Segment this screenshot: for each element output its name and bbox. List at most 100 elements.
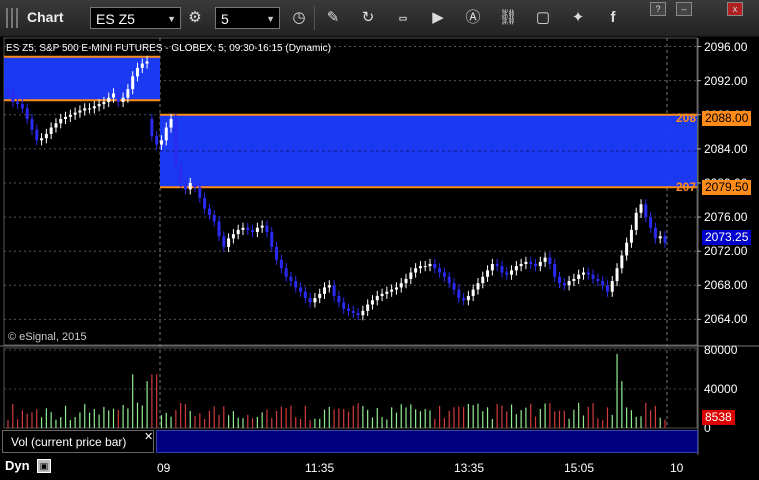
candle-body: [500, 266, 504, 273]
dynamic-mode-label[interactable]: Dyn: [5, 458, 30, 473]
candle-body: [495, 263, 499, 267]
candle-body: [375, 295, 379, 301]
candle-body: [236, 229, 240, 235]
candle-body: [399, 283, 403, 288]
candle-body: [275, 246, 279, 260]
candle-body: [92, 106, 96, 109]
candle-body: [466, 295, 470, 301]
candle-body: [112, 93, 116, 98]
candle-body: [88, 108, 92, 110]
candle-body: [294, 281, 298, 288]
candle-body: [260, 225, 264, 228]
volume-legend[interactable]: Vol (current price bar): [2, 430, 154, 453]
candle-body: [351, 310, 355, 314]
candle-body: [135, 67, 139, 77]
candle-body: [318, 293, 322, 299]
candle-body: [207, 208, 211, 215]
candle-body: [59, 119, 63, 124]
candle-body: [150, 119, 154, 137]
price-chart[interactable]: [0, 0, 759, 480]
candle-body: [476, 283, 480, 290]
zone-top-label: 208: [676, 111, 697, 125]
copyright-text: © eSignal, 2015: [8, 331, 87, 343]
candle-body: [586, 272, 590, 275]
candle-body: [303, 291, 307, 299]
candle-body: [394, 287, 398, 290]
y-tick-label: 2068.00: [704, 278, 748, 293]
candle-body: [486, 270, 490, 277]
candle-body: [145, 61, 149, 64]
candle-body: [390, 289, 394, 292]
candle-body: [543, 257, 547, 262]
y-tick-label: 2096.00: [704, 39, 748, 54]
candle-body: [442, 272, 446, 277]
candle-body: [433, 263, 437, 269]
candle-body: [605, 285, 609, 292]
candle-body: [438, 268, 442, 273]
candle-body: [639, 204, 643, 213]
candle-body: [30, 119, 34, 130]
candle-body: [169, 119, 173, 128]
candle-body: [6, 89, 10, 94]
close-icon[interactable]: ✕: [144, 430, 153, 443]
candle-body: [346, 308, 350, 311]
candle-body: [457, 289, 461, 299]
candle-body: [270, 232, 274, 247]
candle-body: [83, 108, 87, 111]
candle-body: [577, 274, 581, 279]
candle-body: [140, 63, 144, 68]
candle-body: [581, 272, 585, 275]
candle-body: [447, 276, 451, 284]
candle-body: [370, 300, 374, 305]
y-tick-label: 2092.00: [704, 73, 748, 88]
candle-body: [557, 276, 561, 284]
candle-body: [183, 182, 187, 190]
candle-body: [327, 285, 331, 288]
candle-body: [625, 242, 629, 256]
y-tick-label: 2064.00: [704, 312, 748, 327]
candle-body: [20, 104, 24, 109]
candle-body: [255, 227, 259, 233]
y-tick-label: 2072.00: [704, 244, 748, 259]
y-tick-label: 2084.00: [704, 141, 748, 156]
x-tick-label: 15:05: [564, 461, 595, 475]
candle-body: [553, 263, 557, 277]
candle-body: [159, 140, 163, 145]
lock-icon[interactable]: ▣: [37, 459, 51, 473]
candle-body: [102, 101, 106, 105]
candle-body: [193, 182, 197, 188]
study-panel-strip: [156, 430, 698, 453]
candle-body: [284, 268, 288, 277]
candle-body: [289, 276, 293, 282]
candle-body: [188, 182, 192, 190]
candle-body: [567, 281, 571, 286]
candle-body: [78, 110, 82, 113]
candle-body: [534, 263, 538, 267]
candle-body: [131, 76, 135, 90]
candle-body: [323, 287, 327, 294]
candle-body: [308, 298, 312, 303]
chart-info: ES Z5, S&P 500 E-MINI FUTURES - GLOBEX, …: [6, 43, 331, 54]
candle-body: [404, 278, 408, 284]
candle-body: [198, 187, 202, 198]
supply-demand-zone: [4, 56, 160, 101]
candle-body: [231, 234, 235, 239]
candle-body: [490, 263, 494, 271]
candle-body: [629, 229, 633, 243]
candle-body: [313, 298, 317, 303]
candle-body: [366, 304, 370, 311]
candle-body: [653, 227, 657, 239]
candle-body: [16, 101, 20, 105]
candle-body: [155, 136, 159, 145]
candle-body: [505, 272, 509, 275]
volume-tick-label: 80000: [704, 342, 738, 357]
candle-body: [519, 263, 523, 267]
candle-body: [203, 197, 207, 209]
current-volume-tag: 8538: [702, 410, 735, 425]
volume-tick-label: 40000: [704, 381, 738, 396]
candle-body: [524, 261, 528, 264]
candle-body: [649, 217, 653, 228]
candle-body: [35, 129, 39, 141]
candle-body: [423, 266, 427, 268]
candle-body: [462, 298, 466, 301]
